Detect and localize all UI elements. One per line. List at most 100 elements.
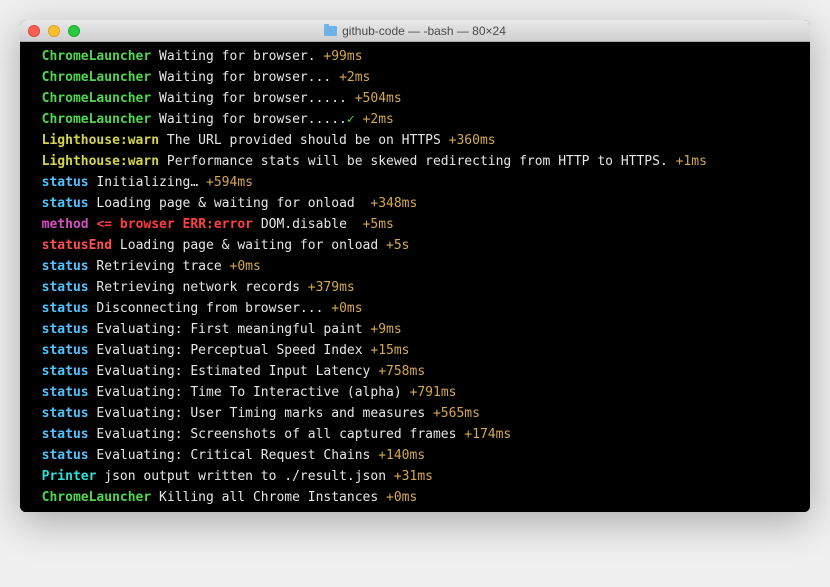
log-segment: Evaluating: Time To Interactive (alpha) — [89, 385, 410, 400]
terminal-output[interactable]: ChromeLauncher Waiting for browser. +99m… — [20, 42, 810, 512]
log-segment: Retrieving network records — [89, 280, 308, 295]
log-line: status Evaluating: Time To Interactive (… — [26, 382, 804, 403]
log-line: Lighthouse:warn The URL provided should … — [26, 130, 804, 151]
log-segment: ERR:error — [183, 217, 253, 232]
log-segment: status — [42, 175, 89, 190]
log-line: status Evaluating: User Timing marks and… — [26, 403, 804, 424]
log-segment: +594ms — [206, 175, 253, 190]
log-segment: +1ms — [676, 154, 707, 169]
log-line: ChromeLauncher Waiting for browser..... … — [26, 88, 804, 109]
log-segment: method — [42, 217, 89, 232]
title-center: github-code — -bash — 80×24 — [28, 24, 802, 38]
log-segment: Lighthouse:warn — [42, 133, 159, 148]
log-segment: Lighthouse:warn — [42, 154, 159, 169]
log-segment: Evaluating: First meaningful paint — [89, 322, 371, 337]
log-segment: Performance stats will be skewed redirec… — [159, 154, 676, 169]
log-segment: +15ms — [370, 343, 409, 358]
log-segment: +2ms — [363, 112, 394, 127]
log-segment: +565ms — [433, 406, 480, 421]
log-segment: +5ms — [363, 217, 394, 232]
terminal-window: github-code — -bash — 80×24 ChromeLaunch… — [20, 20, 810, 512]
log-segment: +9ms — [370, 322, 401, 337]
minimize-button[interactable] — [48, 25, 60, 37]
log-segment: ChromeLauncher — [42, 70, 152, 85]
log-segment: Waiting for browser. — [151, 49, 323, 64]
log-segment: <= browser — [96, 217, 174, 232]
log-segment: +360ms — [449, 133, 496, 148]
log-segment: status — [42, 427, 89, 442]
folder-icon — [324, 26, 337, 36]
log-segment — [175, 217, 183, 232]
log-segment: Loading page & waiting for onload — [112, 238, 386, 253]
log-segment: ✓ — [347, 112, 355, 127]
log-segment: +0ms — [331, 301, 362, 316]
close-button[interactable] — [28, 25, 40, 37]
log-segment: ChromeLauncher — [42, 49, 152, 64]
log-segment: Evaluating: User Timing marks and measur… — [89, 406, 433, 421]
log-segment: Initializing… — [89, 175, 206, 190]
log-segment: Killing all Chrome Instances — [151, 490, 386, 505]
log-segment: Evaluating: Screenshots of all captured … — [89, 427, 465, 442]
log-segment: status — [42, 406, 89, 421]
log-line: Lighthouse:warn Performance stats will b… — [26, 151, 804, 172]
log-line: status Disconnecting from browser... +0m… — [26, 298, 804, 319]
log-segment: +140ms — [378, 448, 425, 463]
log-segment: json output written to ./result.json — [96, 469, 393, 484]
log-segment: +31ms — [394, 469, 433, 484]
log-line: status Evaluating: Critical Request Chai… — [26, 445, 804, 466]
log-line: status Retrieving network records +379ms — [26, 277, 804, 298]
window-title: github-code — -bash — 80×24 — [342, 24, 506, 38]
log-segment: status — [42, 301, 89, 316]
log-segment: status — [42, 322, 89, 337]
log-line: status Retrieving trace +0ms — [26, 256, 804, 277]
log-segment: The URL provided should be on HTTPS — [159, 133, 449, 148]
log-segment: status — [42, 364, 89, 379]
log-line: ChromeLauncher Waiting for browser.....✓… — [26, 109, 804, 130]
log-segment: ChromeLauncher — [42, 490, 152, 505]
log-segment: +758ms — [378, 364, 425, 379]
log-segment: Printer — [42, 469, 97, 484]
log-segment: Loading page & waiting for onload — [89, 196, 371, 211]
titlebar[interactable]: github-code — -bash — 80×24 — [20, 20, 810, 42]
log-segment: Waiting for browser..... — [151, 91, 355, 106]
traffic-lights — [28, 25, 80, 37]
log-segment: Retrieving trace — [89, 259, 230, 274]
log-line: ChromeLauncher Waiting for browser. +99m… — [26, 46, 804, 67]
log-segment: Waiting for browser..... — [151, 112, 347, 127]
log-segment: ChromeLauncher — [42, 91, 152, 106]
log-segment: +99ms — [323, 49, 362, 64]
log-segment: status — [42, 196, 89, 211]
log-line: status Evaluating: Estimated Input Laten… — [26, 361, 804, 382]
log-segment: Disconnecting from browser... — [89, 301, 332, 316]
log-segment: +348ms — [370, 196, 417, 211]
log-segment: +0ms — [230, 259, 261, 274]
log-segment: ChromeLauncher — [42, 112, 152, 127]
log-segment: +791ms — [410, 385, 457, 400]
log-segment: DOM.disable — [253, 217, 363, 232]
log-segment: +174ms — [464, 427, 511, 442]
log-segment: +5s — [386, 238, 409, 253]
log-segment: status — [42, 343, 89, 358]
log-segment: Evaluating: Estimated Input Latency — [89, 364, 379, 379]
log-segment: +2ms — [339, 70, 370, 85]
log-segment: +0ms — [386, 490, 417, 505]
log-segment: Evaluating: Critical Request Chains — [89, 448, 379, 463]
log-segment: Evaluating: Perceptual Speed Index — [89, 343, 371, 358]
log-line: status Evaluating: First meaningful pain… — [26, 319, 804, 340]
log-segment — [355, 112, 363, 127]
log-line: status Initializing… +594ms — [26, 172, 804, 193]
zoom-button[interactable] — [68, 25, 80, 37]
log-segment: status — [42, 448, 89, 463]
log-segment: status — [42, 280, 89, 295]
log-line: status Evaluating: Perceptual Speed Inde… — [26, 340, 804, 361]
log-segment: Waiting for browser... — [151, 70, 339, 85]
log-segment: status — [42, 259, 89, 274]
log-line: ChromeLauncher Waiting for browser... +2… — [26, 67, 804, 88]
log-line: status Loading page & waiting for onload… — [26, 193, 804, 214]
log-line: Printer json output written to ./result.… — [26, 466, 804, 487]
log-segment: +504ms — [355, 91, 402, 106]
log-line: ChromeLauncher Killing all Chrome Instan… — [26, 487, 804, 508]
log-segment: statusEnd — [42, 238, 112, 253]
log-segment: status — [42, 385, 89, 400]
log-line: statusEnd Loading page & waiting for onl… — [26, 235, 804, 256]
